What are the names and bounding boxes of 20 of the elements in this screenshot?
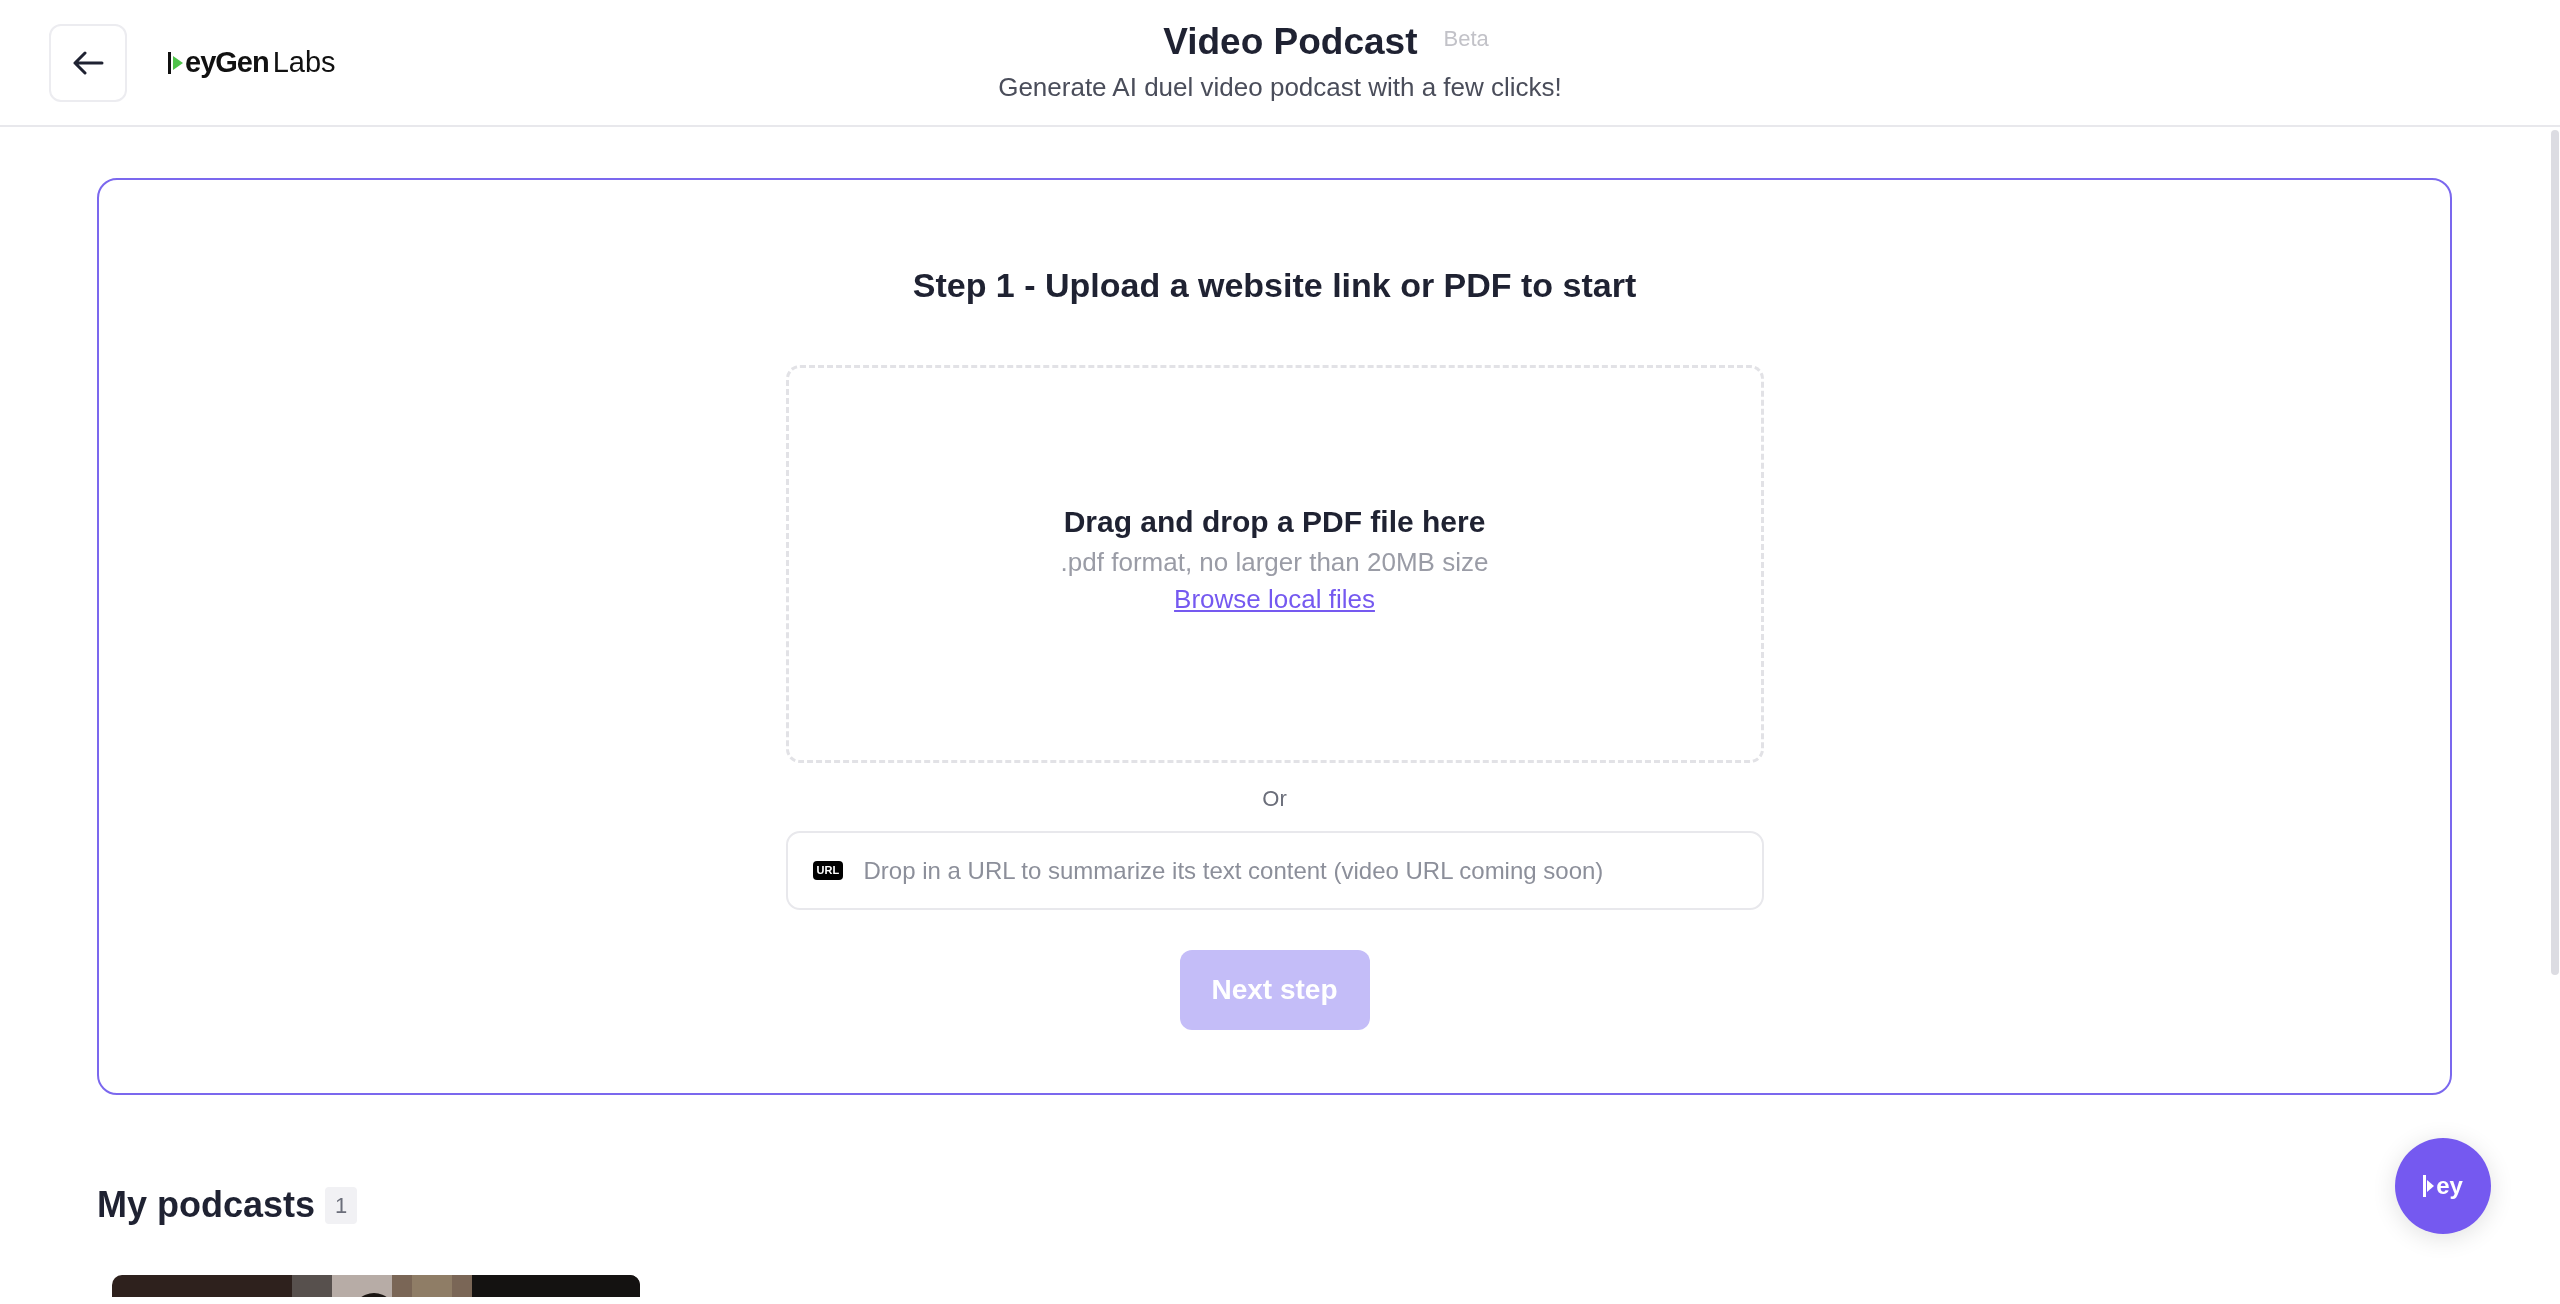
or-separator: Or [1262,785,1287,813]
beta-label: Beta [1443,25,1489,53]
logo-text: eyGen [185,44,269,80]
section-title: My podcasts [97,1183,316,1227]
step-heading: Step 1 - Upload a website link or PDF to start [912,265,1637,306]
url-icon: URL [812,861,844,880]
pdf-dropzone[interactable]: Drag and drop a PDF file here .pdf format, no larger than 20MB size Browse local files [785,365,1764,763]
count-badge: 1 [325,1186,358,1224]
back-arrow-icon [72,50,104,75]
back-button[interactable] [49,23,127,102]
scrollbar[interactable] [2551,130,2559,975]
browse-files-link[interactable]: Browse local files [1174,580,1375,618]
dropzone-title: Drag and drop a PDF file here [1063,504,1486,540]
assistant-button[interactable]: ey [2395,1138,2491,1234]
logo-suffix: Labs [272,44,336,80]
dropzone-hint: .pdf format, no larger than 20MB size [1060,546,1489,579]
logo-mark-icon [167,50,185,75]
play-mark-icon [2423,1175,2436,1197]
page-subtitle: Generate AI duel video podcast with a few clicks! [998,71,1562,104]
page-title: Video Podcast [1163,20,1418,64]
